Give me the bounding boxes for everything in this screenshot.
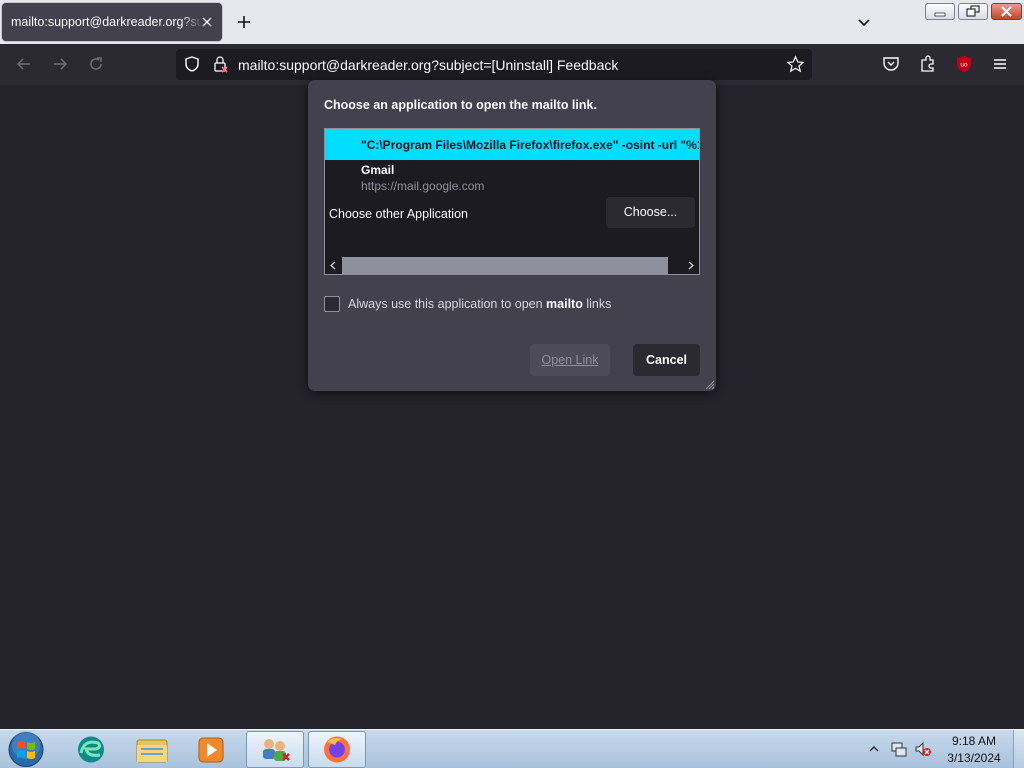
show-desktop-button[interactable]: [1013, 730, 1024, 768]
minimize-window-button[interactable]: [925, 3, 955, 20]
speaker-muted-icon[interactable]: [914, 740, 932, 758]
url-bar[interactable]: mailto:support@darkreader.org?subject=[U…: [176, 49, 812, 80]
close-tab-icon[interactable]: [199, 14, 215, 30]
taskbar-edge-browser[interactable]: [62, 731, 120, 768]
choose-other-label: Choose other Application: [329, 207, 468, 221]
tab-title: mailto:support@darkreader.org?subject=[U…: [11, 15, 201, 29]
folder-icon: [136, 739, 168, 763]
svg-text:uo: uo: [960, 62, 968, 69]
scrollbar-thumb[interactable]: [342, 257, 668, 274]
start-button-windows-logo-icon[interactable]: [6, 731, 46, 768]
users-network-icon: [263, 739, 290, 761]
resize-grip-icon[interactable]: [703, 378, 715, 390]
app-item-firefox[interactable]: "C:\Program Files\Mozilla Firefox\firefo…: [325, 129, 699, 160]
close-window-button[interactable]: [991, 3, 1022, 20]
app-chooser-dialog: Choose an application to open the mailto…: [308, 80, 716, 391]
app-item-gmail[interactable]: Gmail https://mail.google.com: [325, 160, 699, 196]
application-list[interactable]: "C:\Program Files\Mozilla Firefox\firefo…: [324, 128, 700, 275]
firefox-icon: [324, 736, 350, 763]
minimize-icon: [934, 12, 946, 17]
forward-arrow-icon[interactable]: [50, 54, 70, 74]
horizontal-scrollbar[interactable]: [325, 257, 699, 274]
close-icon: [1001, 6, 1012, 17]
taskbar-network-users[interactable]: [246, 731, 304, 768]
scroll-right-icon[interactable]: [685, 260, 696, 271]
tab-mailto[interactable]: mailto:support@darkreader.org?subject=[U…: [2, 3, 222, 41]
url-text[interactable]: mailto:support@darkreader.org?subject=[U…: [238, 57, 618, 73]
navigation-toolbar: mailto:support@darkreader.org?subject=[U…: [0, 44, 1024, 85]
bookmark-star-icon[interactable]: [786, 55, 805, 74]
app-item-label: "C:\Program Files\Mozilla Firefox\firefo…: [361, 138, 700, 152]
taskbar: 9:18 AM 3/13/2024: [0, 729, 1024, 768]
restore-window-button[interactable]: [958, 3, 988, 20]
tab-strip: mailto:support@darkreader.org?subject=[U…: [0, 0, 1024, 44]
chevron-down-icon[interactable]: [854, 12, 874, 32]
media-player-icon: [198, 737, 224, 763]
app-item-sublabel: https://mail.google.com: [361, 179, 485, 193]
app-item-label: Gmail: [361, 163, 395, 177]
reload-icon[interactable]: [86, 54, 106, 74]
taskbar-media-player[interactable]: [182, 731, 240, 768]
ublock-origin-icon[interactable]: uo: [954, 54, 974, 74]
edge-browser-icon: [78, 736, 104, 763]
choose-button[interactable]: Choose...: [606, 197, 695, 228]
open-link-button[interactable]: Open Link: [530, 344, 610, 376]
pocket-icon[interactable]: [881, 54, 901, 74]
lock-warning-icon[interactable]: [211, 55, 229, 73]
app-item-choose-other[interactable]: Choose other Application Choose...: [325, 196, 699, 230]
clock-time[interactable]: 9:18 AM: [946, 734, 1002, 748]
back-arrow-icon[interactable]: [14, 54, 34, 74]
clock-date[interactable]: 3/13/2024: [946, 751, 1002, 765]
taskbar-firefox[interactable]: [308, 731, 366, 768]
always-use-label[interactable]: Always use this application to open mail…: [348, 297, 611, 311]
scroll-left-icon[interactable]: [328, 260, 339, 271]
hamburger-menu-icon[interactable]: [990, 54, 1010, 74]
restore-icon: [966, 5, 980, 17]
always-use-checkbox[interactable]: [324, 296, 340, 312]
new-tab-icon[interactable]: [234, 12, 254, 32]
taskbar-file-explorer[interactable]: [122, 731, 180, 768]
show-hidden-icons-icon[interactable]: [868, 743, 880, 755]
dialog-title: Choose an application to open the mailto…: [324, 98, 597, 112]
extensions-puzzle-icon[interactable]: [918, 54, 938, 74]
cancel-button[interactable]: Cancel: [633, 344, 700, 376]
shield-icon[interactable]: [183, 55, 201, 73]
network-status-icon[interactable]: [890, 740, 908, 758]
